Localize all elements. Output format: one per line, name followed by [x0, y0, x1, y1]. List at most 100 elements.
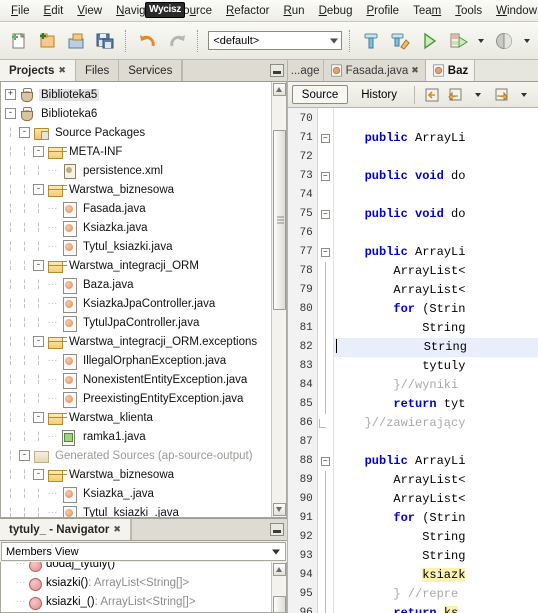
tree-expander[interactable]: - [19, 127, 30, 138]
back-dropdown-button[interactable] [468, 85, 488, 105]
source-code-text[interactable]: public ArrayLi public void do public voi… [333, 108, 538, 613]
editor-tab-fasada[interactable]: Fasada.java ✖ [323, 60, 426, 81]
build-project-button[interactable] [357, 26, 384, 56]
tree-row[interactable]: ¦ ¦ ¦ ··· Tytul_ksiazki.java [1, 237, 271, 256]
fold-collapse-icon[interactable]: − [320, 172, 330, 181]
navigator-minimize-button[interactable] [269, 523, 284, 536]
tree-expander[interactable]: - [33, 260, 44, 271]
code-line[interactable]: tytuly [334, 357, 538, 376]
fold-marker[interactable]: − [318, 167, 333, 186]
history-view-button[interactable]: History [351, 85, 407, 104]
menu-tools[interactable]: Tools [448, 3, 489, 19]
menu-file[interactable]: File [4, 3, 37, 19]
navigator-row[interactable]: ··· dodaj_tytuly() [1, 562, 271, 573]
code-line[interactable]: String [334, 528, 538, 547]
tree-row[interactable]: ¦ ¦ ¦ ··· Baza.java [1, 275, 271, 294]
fold-marker[interactable]: − [318, 129, 333, 148]
code-line[interactable] [334, 186, 538, 205]
run-project-button[interactable] [416, 26, 443, 56]
menu-edit[interactable]: Edit [37, 3, 71, 19]
code-line[interactable]: String [334, 547, 538, 566]
code-line[interactable]: public ArrayLi [334, 129, 538, 148]
tree-row[interactable]: ¦ - Source Packages [1, 123, 271, 142]
forward-button[interactable] [491, 85, 511, 105]
projects-tree[interactable]: + Biblioteka5- Biblioteka6 ¦ - Source Package… [0, 82, 287, 518]
editor-tab-clipped-left[interactable]: ...age [287, 60, 324, 81]
scroll-up-button[interactable] [272, 83, 286, 96]
code-line[interactable]: String [333, 338, 538, 357]
new-project-button[interactable] [33, 26, 60, 56]
fold-collapse-icon[interactable]: − [320, 457, 330, 466]
menu-refactor[interactable]: Refactor [219, 3, 276, 19]
projects-tree-vscrollbar[interactable] [270, 82, 286, 517]
tree-expander[interactable]: - [33, 469, 44, 480]
code-line[interactable]: }//wyniki [334, 376, 538, 395]
fold-marker[interactable]: − [318, 205, 333, 224]
tree-row[interactable]: ¦ ¦ - Warstwa_integracji_ORM [1, 256, 271, 275]
fold-marker[interactable]: − [318, 452, 333, 471]
code-line[interactable]: ksiazk [334, 566, 538, 585]
close-icon[interactable]: ✖ [58, 65, 66, 76]
clean-and-build-button[interactable] [387, 26, 414, 56]
tree-expander[interactable]: - [33, 146, 44, 157]
tree-expander[interactable]: + [5, 89, 16, 100]
close-icon[interactable]: ✖ [411, 65, 419, 76]
project-configuration-combo[interactable]: <default> [208, 31, 342, 50]
tree-row[interactable]: ¦ ¦ - Warstwa_integracji_ORM.exceptions [1, 332, 271, 351]
code-line[interactable]: for (Strin [334, 300, 538, 319]
editor-tab-baza[interactable]: Baz [425, 60, 476, 81]
tree-row[interactable]: ¦ ¦ ¦ ··· PreexistingEntityException.java [1, 389, 271, 408]
minimize-window-button[interactable] [269, 64, 284, 77]
tree-row[interactable]: ¦ ¦ - Warstwa_klienta [1, 408, 271, 427]
menu-view[interactable]: View [70, 3, 109, 19]
scrollbar-thumb[interactable] [272, 130, 286, 310]
code-line[interactable] [334, 224, 538, 243]
tab-projects[interactable]: Projects ✖ [0, 60, 76, 81]
code-line[interactable]: public ArrayLi [334, 243, 538, 262]
menu-debug[interactable]: Debug [312, 3, 360, 19]
navigator-row[interactable]: ··· ksiazki_() : ArrayList<String[]> [1, 592, 271, 611]
last-edit-button[interactable] [422, 85, 442, 105]
tree-expander[interactable]: - [33, 412, 44, 423]
tree-row[interactable]: ¦ ¦ ¦ ··· IllegalOrphanException.java [1, 351, 271, 370]
tree-row[interactable]: ¦ ¦ - Warstwa_biznesowa [1, 465, 271, 484]
tree-row[interactable]: ¦ ¦ - META-INF [1, 142, 271, 161]
fold-collapse-icon[interactable]: − [320, 248, 330, 257]
menu-team[interactable]: Team [406, 3, 448, 19]
new-file-button[interactable] [4, 26, 31, 56]
menu-run[interactable]: Run [276, 3, 311, 19]
navigator-members-list[interactable]: ··· dodaj_tytuly() ··· ksiazki() : ArrayLis… [0, 562, 287, 613]
back-button[interactable] [445, 85, 465, 105]
tab-files[interactable]: Files [75, 60, 120, 81]
tree-expander[interactable]: - [19, 450, 30, 461]
navigator-vscrollbar[interactable] [270, 562, 286, 612]
open-project-button[interactable] [62, 26, 89, 56]
scroll-down-button[interactable] [272, 503, 286, 516]
debug-dropdown-button[interactable] [474, 26, 489, 56]
tree-row[interactable]: ¦ ¦ ¦ ··· Ksiazka.java [1, 218, 271, 237]
tree-row[interactable]: ¦ ¦ ¦ ··· ramka1.java [1, 427, 271, 446]
close-icon[interactable]: ✖ [113, 524, 121, 535]
source-view-button[interactable]: Source [291, 85, 349, 104]
tree-row[interactable]: ¦ ¦ ¦ ··· Ksiazka_.java [1, 484, 271, 503]
tab-navigator[interactable]: tytuly_ - Navigator ✖ [0, 519, 131, 540]
tree-expander[interactable]: - [5, 108, 16, 119]
tree-expander[interactable]: - [33, 336, 44, 347]
code-line[interactable]: public void do [334, 167, 538, 186]
nav-scroll-up-button[interactable] [272, 563, 286, 576]
code-line[interactable]: public ArrayLi [334, 452, 538, 471]
code-editor[interactable]: 70 71 72 73 74 75 76 77 78 79 80 81 82 83 84 85 86 87 88 89… [287, 108, 538, 613]
tree-row[interactable]: - Biblioteka6 [1, 104, 271, 123]
tree-row[interactable]: ¦ ¦ ¦ ··· TytulJpaController.java [1, 313, 271, 332]
code-line[interactable]: public void do [334, 205, 538, 224]
debug-project-button[interactable] [445, 26, 472, 56]
code-line[interactable]: return ks [334, 604, 538, 613]
code-line[interactable]: ArrayList< [334, 471, 538, 490]
code-line[interactable]: ArrayList< [334, 490, 538, 509]
fold-collapse-icon[interactable]: − [320, 134, 330, 143]
profile-dropdown-button[interactable] [519, 26, 534, 56]
code-line[interactable]: ArrayList< [334, 262, 538, 281]
code-line[interactable] [334, 110, 538, 129]
fold-marker[interactable]: − [318, 243, 333, 262]
tree-expander[interactable]: - [33, 184, 44, 195]
